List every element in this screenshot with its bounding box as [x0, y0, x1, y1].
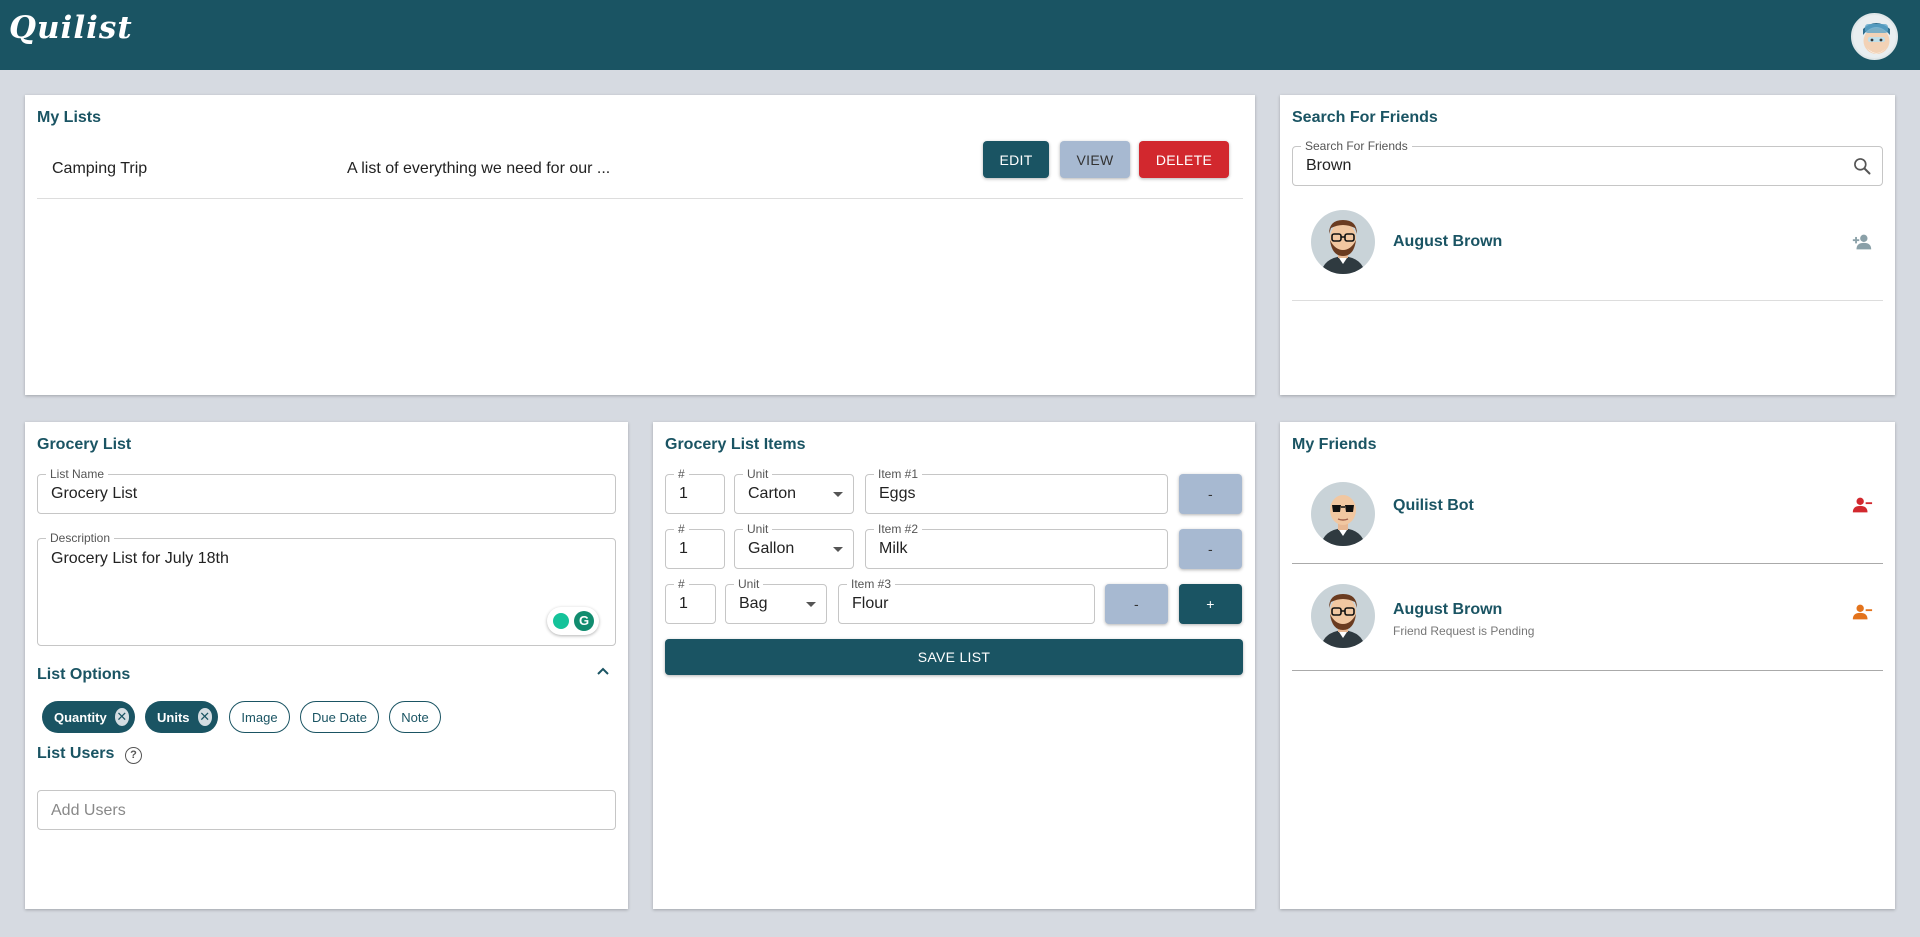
list-options-title: List Options — [37, 666, 131, 683]
list-name-value: Grocery List — [51, 485, 138, 502]
list-name-field[interactable]: List Name Grocery List — [37, 467, 616, 514]
item-label: Item #3 — [847, 577, 896, 591]
dropdown-arrow-icon — [806, 602, 816, 607]
app-logo[interactable]: Quilist — [9, 10, 133, 46]
grocery-items-card: Grocery List Items # 1 Unit Carton Item … — [653, 422, 1255, 909]
delete-button[interactable]: DELETE — [1139, 141, 1229, 178]
unit-value: Bag — [739, 595, 768, 612]
quantity-label: # — [674, 467, 689, 481]
grocery-list-title: Grocery List — [37, 436, 132, 453]
item-field[interactable]: Item #3 Flour — [838, 577, 1095, 624]
person-remove-icon[interactable] — [1851, 494, 1873, 516]
help-icon[interactable]: ? — [125, 747, 142, 764]
avatar — [1311, 584, 1375, 648]
dropdown-arrow-icon — [833, 492, 843, 497]
lightbulb-icon — [553, 613, 569, 629]
search-friends-input-label: Search For Friends — [1301, 139, 1412, 153]
option-chip-units[interactable]: Units ✕ — [145, 701, 218, 733]
item-label: Item #1 — [874, 467, 923, 481]
person-add-icon[interactable] — [1851, 231, 1873, 253]
search-result-name: August Brown — [1393, 233, 1503, 250]
option-chip-label: Quantity — [54, 709, 107, 725]
search-friends-input[interactable]: Search For Friends Brown — [1292, 139, 1883, 186]
list-divider — [37, 198, 1243, 199]
quantity-value: 1 — [679, 540, 688, 557]
add-users-placeholder: Add Users — [51, 802, 126, 819]
save-list-button[interactable]: SAVE LIST — [665, 639, 1243, 675]
search-icon[interactable] — [1852, 156, 1872, 176]
friend-status: Friend Request is Pending — [1393, 624, 1535, 638]
list-row[interactable]: Camping Trip A list of everything we nee… — [37, 141, 1243, 193]
item-value: Eggs — [879, 485, 916, 502]
remove-item-button[interactable]: - — [1179, 474, 1242, 514]
search-friends-input-value: Brown — [1306, 157, 1352, 174]
search-friends-card: Search For Friends Search For Friends Br… — [1280, 95, 1895, 395]
unit-value: Gallon — [748, 540, 795, 557]
option-chip-quantity[interactable]: Quantity ✕ — [42, 701, 135, 733]
add-item-button[interactable]: + — [1179, 584, 1242, 624]
item-field[interactable]: Item #2 Milk — [865, 522, 1168, 569]
item-label: Item #2 — [874, 522, 923, 536]
add-users-input[interactable]: Add Users — [37, 790, 616, 830]
item-field[interactable]: Item #1 Eggs — [865, 467, 1168, 514]
my-lists-card: My Lists Camping Trip A list of everythi… — [25, 95, 1255, 395]
person-remove-icon[interactable] — [1851, 601, 1873, 623]
quantity-value: 1 — [679, 595, 688, 612]
view-button[interactable]: VIEW — [1060, 141, 1130, 178]
grammarly-icon: G — [574, 611, 594, 631]
quantity-field[interactable]: # 1 — [665, 577, 716, 624]
grammarly-widget[interactable]: G — [547, 607, 599, 635]
option-chip-image[interactable]: Image — [229, 701, 290, 733]
item-value: Flour — [852, 595, 889, 612]
search-result-divider — [1292, 300, 1883, 301]
unit-label: Unit — [734, 577, 764, 591]
description-value: Grocery List for July 18th — [51, 550, 229, 567]
unit-label: Unit — [743, 522, 773, 536]
grocery-items-title: Grocery List Items — [665, 436, 806, 453]
chevron-up-icon[interactable] — [595, 663, 611, 679]
friend-name: August Brown — [1393, 601, 1503, 618]
dropdown-arrow-icon — [833, 547, 843, 552]
unit-select[interactable]: Unit Gallon — [734, 522, 854, 569]
remove-item-button[interactable]: - — [1179, 529, 1242, 569]
app-bar: Quilist — [0, 0, 1920, 70]
description-label: Description — [46, 531, 115, 545]
user-avatar[interactable] — [1851, 13, 1898, 60]
quantity-field[interactable]: # 1 — [665, 467, 725, 514]
quantity-label: # — [674, 522, 689, 536]
remove-item-button[interactable]: - — [1105, 584, 1168, 624]
option-chip-label: Units — [157, 709, 190, 725]
my-friends-card: My Friends Quilist Bot August Brown Frie… — [1280, 422, 1895, 909]
quantity-field[interactable]: # 1 — [665, 522, 725, 569]
search-result-item[interactable]: August Brown — [1292, 210, 1883, 300]
search-friends-title: Search For Friends — [1292, 109, 1438, 126]
avatar — [1311, 482, 1375, 546]
friend-list-item[interactable]: August Brown Friend Request is Pending — [1292, 564, 1883, 669]
unit-value: Carton — [748, 485, 797, 502]
unit-label: Unit — [743, 467, 773, 481]
my-friends-title: My Friends — [1292, 436, 1377, 453]
list-description: A list of everything we need for our ... — [347, 160, 611, 177]
option-chip-due-date[interactable]: Due Date — [300, 701, 379, 733]
list-users-title: List Users — [37, 745, 115, 762]
friend-name: Quilist Bot — [1393, 497, 1474, 514]
option-chip-note[interactable]: Note — [389, 701, 441, 733]
quantity-value: 1 — [679, 485, 688, 502]
friend-divider — [1292, 670, 1883, 671]
friend-list-item[interactable]: Quilist Bot — [1292, 467, 1883, 562]
unit-select[interactable]: Unit Bag — [725, 577, 827, 624]
description-field[interactable]: Description Grocery List for July 18th G — [37, 531, 616, 646]
my-lists-title: My Lists — [37, 109, 102, 126]
avatar — [1311, 210, 1375, 274]
list-name-label: List Name — [46, 467, 109, 481]
quantity-label: # — [674, 577, 689, 591]
edit-button[interactable]: EDIT — [983, 141, 1049, 178]
close-icon[interactable]: ✕ — [114, 708, 129, 726]
list-name: Camping Trip — [52, 160, 148, 177]
grocery-list-card: Grocery List List Name Grocery List Desc… — [25, 422, 628, 909]
item-value: Milk — [879, 540, 908, 557]
unit-select[interactable]: Unit Carton — [734, 467, 854, 514]
close-icon[interactable]: ✕ — [197, 708, 212, 726]
